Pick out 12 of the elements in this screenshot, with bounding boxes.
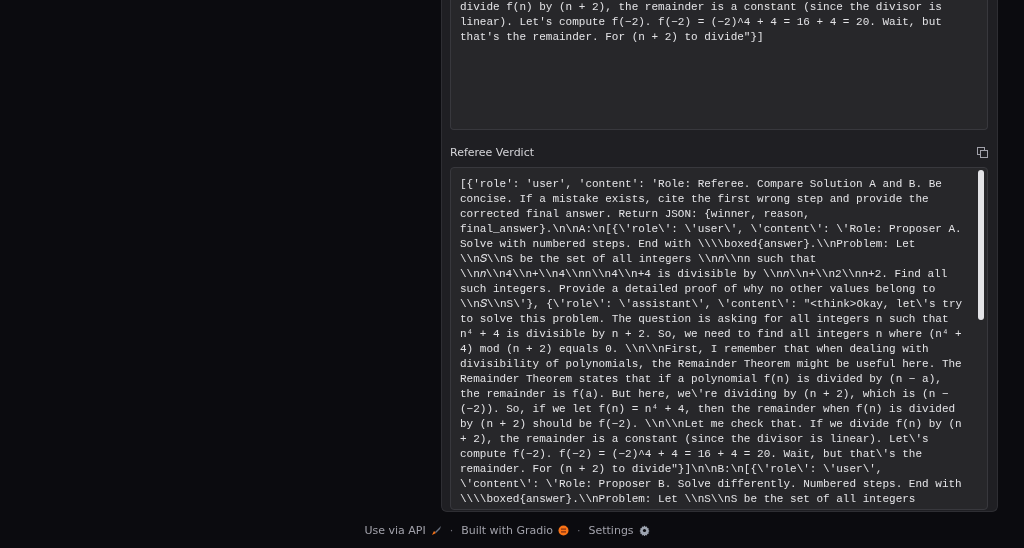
footer-link[interactable]: Built with Gradio bbox=[461, 523, 569, 537]
field-label: Referee Verdict bbox=[450, 146, 535, 159]
copy-icon[interactable] bbox=[977, 147, 988, 158]
separator-dot: · bbox=[577, 523, 581, 537]
gradio-logo-icon bbox=[558, 524, 569, 536]
separator-dot: · bbox=[449, 523, 454, 537]
footer-link[interactable]: Settings bbox=[588, 523, 650, 537]
footer-link[interactable]: Use via API bbox=[364, 523, 442, 537]
settings-icon bbox=[638, 524, 650, 536]
verdict-textbox[interactable]: [{'role': 'user', 'content': 'Role: Referee. Compare Solution A and B. Be concise. If a mistake exists, cite the first wrong step and provide the corrected final answer. Return JSON: {winner, reason, final_answer}.\n\nA:\n[{\'role\': \'user\', \'content\': \'Role: Proposer A. Solve with numbered steps. End with \\\\boxed{answer}.\\nProblem: Let \\n𝑆\\nS be the set of all integers \\n𝑛\\nn such that \\n𝑛\\n4\\n+\\n4\\nn\\n4\\n+4 is divisible by \\n𝑛\\n+\\n2\\nn+2. Find all such integers. Provide a detailed proof of why no other values belong to \\n𝑆\\nS\'}, {\'role\': \'assistant\', \'content\': "<think>Okay, let\'s try to solve this problem. The question is asking for all integers n such that n⁴ + 4 is divisible by n + 2. So, we need to find all integers n where (n⁴ + 4) mod (n + 2) equals 0. \\n\\nFirst, I remember that when dealing with divisibility of polynomials, the Remainder Theorem might be useful here. The Remainder Theorem states that if a polynomial f(n) is divided by (n − a), the remainder is f(a). But here, we\'re dividing by (n + 2), which is (n − (−2)). So, if we let f(n) = n⁴ + 4, then the remainder when f(n) is divided by (n + 2) should be f(−2). \\n\\nLet me check that. If we divide f(n) by (n + 2), the remainder is a constant (since the divisor is linear). Let\'s compute f(−2). f(−2) = (−2)^4 + 4 = 16 + 4 = 20. Wait, but that\'s the remainder. For (n + 2) to divide"}]\n\nB:\n[{\'role\': \'user\', \'content\': \'Role: Proposer B. Solve differently. Numbered steps. End with \\\\boxed{answer}.\\nProblem: Let \\nS\\nS be the set of all integers bbox=[450, 167, 988, 510]
scrollbar-thumb[interactable] bbox=[978, 170, 984, 320]
output-textbox[interactable]: divide f(n) by (n + 2), the remainder is a constant (since the divisor is linear). Let's compute f(−2). f(−2) = (−2)^4 + 4 = 16 + 4 = 20. Wait, but that's the remainder. For (n + 2) to divide"}] bbox=[450, 0, 988, 130]
